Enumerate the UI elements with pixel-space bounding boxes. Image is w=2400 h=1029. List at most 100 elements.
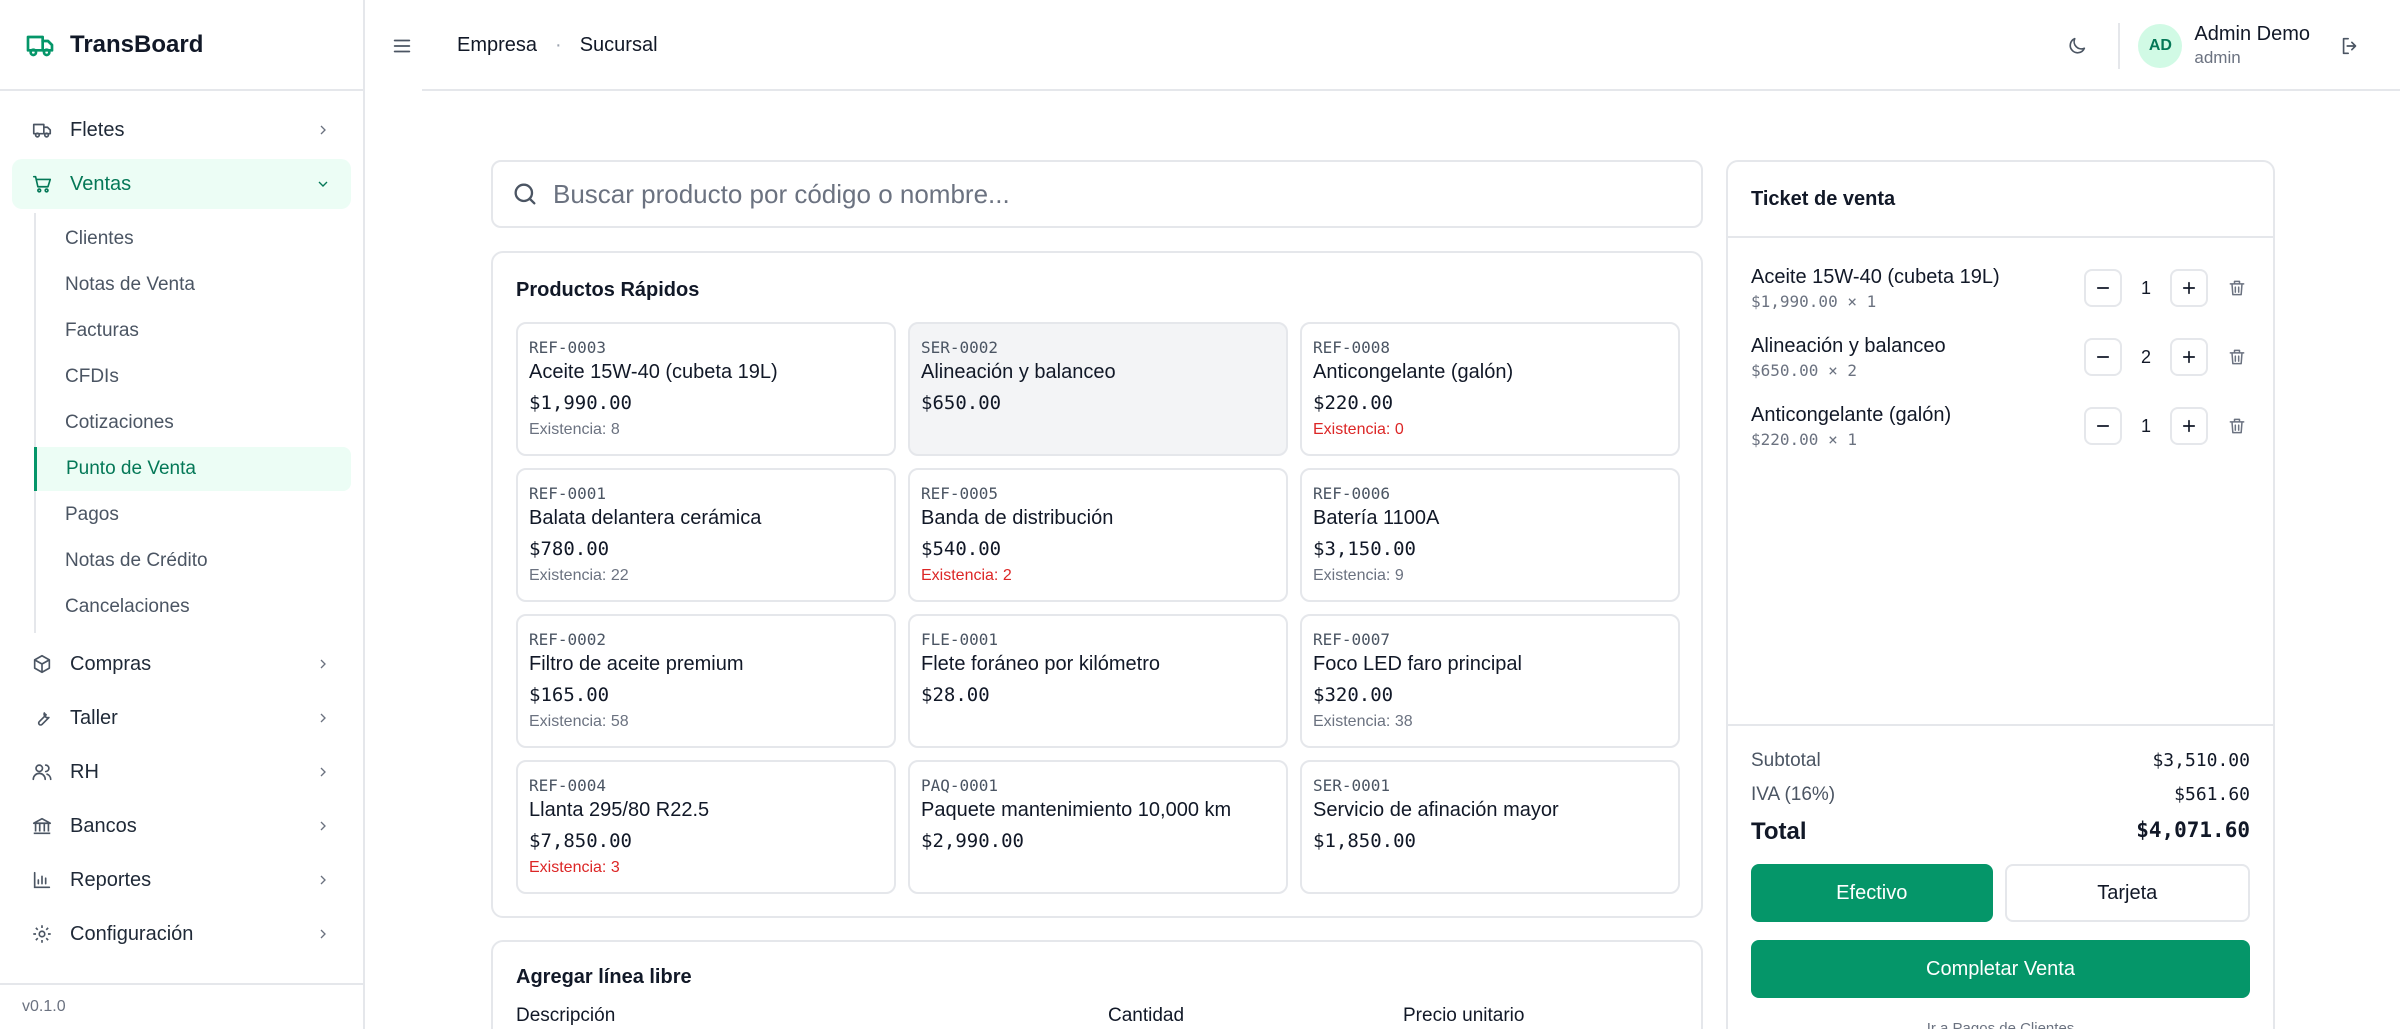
remove-line-button[interactable] — [2224, 275, 2250, 301]
sidebar-item-configuracion[interactable]: Configuración — [12, 909, 351, 959]
product-card[interactable]: SER-0001 Servicio de afinación mayor $1,85… — [1300, 760, 1680, 894]
sale-ticket: Ticket de venta Aceite 15W-40 (cubeta 19… — [1726, 160, 2275, 1029]
product-search[interactable] — [491, 160, 1703, 228]
product-price: $780.00 — [529, 538, 610, 560]
card-button[interactable]: Tarjeta — [2004, 864, 2250, 922]
subnav-item-punto-de-venta[interactable]: Punto de Venta — [34, 447, 351, 491]
sidebar-item-reportes[interactable]: Reportes — [12, 855, 351, 905]
decrease-qty-button[interactable] — [2084, 407, 2122, 445]
chevron-right-icon — [315, 655, 333, 673]
subnav-item-cancelaciones[interactable]: Cancelaciones — [36, 585, 351, 629]
sidebar-item-taller[interactable]: Taller — [12, 693, 351, 743]
hamburger-icon — [393, 39, 411, 52]
plus-icon — [2182, 419, 2196, 433]
subnav-item-facturas[interactable]: Facturas — [36, 309, 351, 353]
product-name: Paquete mantenimiento 10,000 km — [921, 799, 1232, 821]
payments-link[interactable]: Ir a Pagos de Clientes — [1751, 1020, 2250, 1029]
product-card[interactable]: SER-0002 Alineación y balanceo $650.00 — [908, 322, 1288, 456]
plus-icon — [2182, 281, 2196, 295]
chevron-right-icon — [315, 121, 333, 139]
stock-prefix: Existencia: — [529, 713, 611, 730]
remove-line-button[interactable] — [2224, 413, 2250, 439]
breadcrumb-company[interactable]: Empresa — [457, 34, 537, 57]
product-name: Servicio de afinación mayor — [1313, 799, 1559, 821]
decrease-qty-button[interactable] — [2084, 338, 2122, 376]
menu-toggle-button[interactable] — [387, 31, 417, 61]
logout-button[interactable] — [2336, 32, 2364, 60]
subnav-item-notas-de-credito[interactable]: Notas de Crédito — [36, 539, 351, 583]
increase-qty-button[interactable] — [2170, 407, 2208, 445]
subnav-item-cotizaciones[interactable]: Cotizaciones — [36, 401, 351, 445]
product-code: REF-0005 — [921, 484, 999, 503]
breadcrumb-branch[interactable]: Sucursal — [580, 34, 658, 57]
product-card[interactable]: FLE-0001 Flete foráneo por kilómetro $28.0… — [908, 614, 1288, 748]
product-stock: Existencia: 8 — [529, 421, 882, 439]
subnav-item-notas-de-venta[interactable]: Notas de Venta — [36, 263, 351, 307]
avatar[interactable]: AD — [2138, 23, 2183, 68]
stock-value: 58 — [610, 713, 629, 730]
product-card[interactable]: REF-0001 Balata delantera cerámica $780.00… — [516, 468, 896, 602]
cash-button[interactable]: Efectivo — [1751, 864, 1993, 922]
product-price: $3,150.00 — [1313, 538, 1416, 560]
iva-row: IVA (16%) $561.60 — [1751, 784, 2250, 806]
product-card[interactable]: REF-0003 Aceite 15W-40 (cubeta 19L) $1,990… — [516, 322, 896, 456]
increase-qty-button[interactable] — [2170, 338, 2208, 376]
user-role: admin — [2194, 48, 2241, 67]
trash-icon — [2229, 418, 2245, 434]
product-card[interactable]: REF-0008 Anticongelante (galón) $220.00 Exi… — [1300, 322, 1680, 456]
ticket-line-info: Aceite 15W-40 (cubeta 19L) $1,990.00 × 1 — [1751, 266, 2084, 311]
product-code: FLE-0001 — [921, 630, 999, 649]
product-price: $220.00 — [1313, 392, 1394, 414]
free-line-panel: Agregar línea libre Descripción Cantidad… — [491, 940, 1703, 1029]
ticket-line-detail: $1,990.00 × 1 — [1751, 291, 1877, 311]
iva-value: $561.60 — [2174, 784, 2250, 805]
chevron-right-icon — [315, 709, 333, 727]
brand[interactable]: TransBoard — [0, 0, 363, 91]
stock-prefix: Existencia: — [529, 859, 611, 876]
product-stock: Existencia: 58 — [529, 713, 882, 731]
product-name: Anticongelante (galón) — [1313, 361, 1514, 383]
quick-products-title: Productos Rápidos — [516, 279, 700, 301]
product-price: $2,990.00 — [921, 830, 1024, 852]
sidebar-item-compras[interactable]: Compras — [12, 639, 351, 689]
product-card[interactable]: REF-0007 Foco LED faro principal $320.00 Ex… — [1300, 614, 1680, 748]
product-card[interactable]: PAQ-0001 Paquete mantenimiento 10,000 km $… — [908, 760, 1288, 894]
header-actions: AD Admin Demo admin — [2062, 0, 2400, 91]
search-icon — [514, 183, 536, 205]
sidebar-item-label: Fletes — [70, 118, 125, 141]
trash-icon — [2229, 349, 2245, 365]
product-card[interactable]: REF-0005 Banda de distribución $540.00 Exis… — [908, 468, 1288, 602]
sidebar-item-label: Configuración — [70, 922, 194, 945]
moon-icon — [2069, 37, 2086, 54]
remove-line-button[interactable] — [2224, 344, 2250, 370]
minus-icon — [2096, 287, 2110, 289]
product-code: REF-0004 — [529, 776, 607, 795]
product-card[interactable]: REF-0004 Llanta 295/80 R22.5 $7,850.00 Exis… — [516, 760, 896, 894]
quantity-label: Cantidad — [1108, 1005, 1185, 1026]
search-input[interactable] — [553, 178, 1701, 210]
decrease-qty-button[interactable] — [2084, 269, 2122, 307]
sidebar-item-rh[interactable]: RH — [12, 747, 351, 797]
subnav-item-clientes[interactable]: Clientes — [36, 217, 351, 261]
subtotal-label: Subtotal — [1751, 750, 1821, 771]
product-price: $165.00 — [529, 684, 610, 706]
complete-sale-button[interactable]: Completar Venta — [1751, 940, 2250, 998]
minus-icon — [2096, 425, 2110, 427]
stock-prefix: Existencia: — [1313, 713, 1395, 730]
ticket-line: Aceite 15W-40 (cubeta 19L) $1,990.00 × 1 1 — [1751, 260, 2250, 316]
subnav-item-cfdis[interactable]: CFDIs — [36, 355, 351, 399]
total-value: $4,071.60 — [2136, 818, 2250, 842]
cart-icon — [30, 172, 54, 196]
sidebar-item-fletes[interactable]: Fletes — [12, 105, 351, 155]
sidebar-item-ventas[interactable]: Ventas — [12, 159, 351, 209]
product-card[interactable]: REF-0002 Filtro de aceite premium $165.00 E… — [516, 614, 896, 748]
product-card[interactable]: REF-0006 Batería 1100A $3,150.00 Existencia… — [1300, 468, 1680, 602]
product-code: REF-0003 — [529, 338, 607, 357]
sidebar-item-bancos[interactable]: Bancos — [12, 801, 351, 851]
increase-qty-button[interactable] — [2170, 269, 2208, 307]
subnav-item-pagos[interactable]: Pagos — [36, 493, 351, 537]
theme-toggle-button[interactable] — [2062, 31, 2092, 61]
plus-icon — [2182, 350, 2196, 364]
gear-icon — [30, 922, 54, 946]
product-code: SER-0002 — [921, 338, 999, 357]
